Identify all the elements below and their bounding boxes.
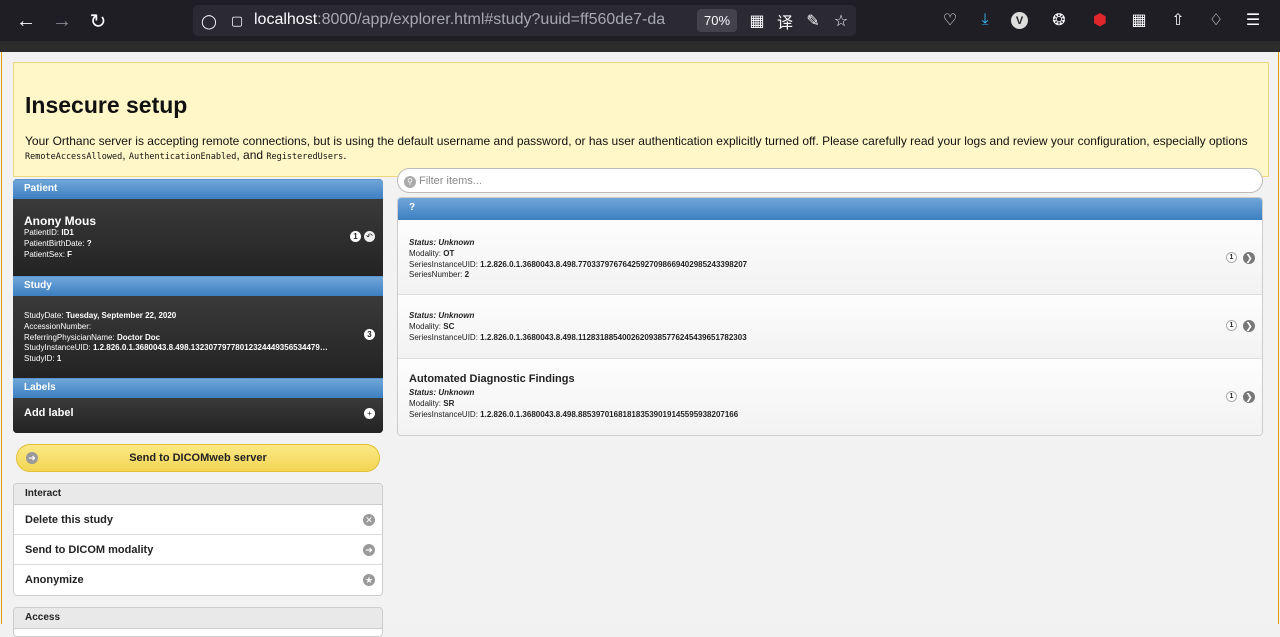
address-bar[interactable]: ◯ ▢ localhost:8000/app/explorer.html#stu… — [193, 5, 856, 36]
send-dicom-modality-button[interactable]: Send to DICOM modality ➜ — [14, 535, 382, 565]
series-item[interactable]: Status: Unknown Modality: SC SeriesInsta… — [398, 295, 1262, 359]
menu-icon[interactable]: ☰ — [1243, 10, 1263, 30]
add-label-text: Add label — [24, 407, 74, 419]
anonymize-button[interactable]: Anonymize ★ — [14, 565, 382, 595]
edit-icon[interactable]: ✎ — [803, 11, 823, 31]
filter-input[interactable] — [419, 173, 1239, 189]
search-icon: ⚲ — [404, 176, 416, 188]
insecure-setup-warning: Insecure setup Your Orthanc server is ac… — [13, 62, 1269, 177]
access-list: Access — [13, 607, 383, 637]
shield-icon[interactable]: ◯ — [199, 11, 219, 31]
study-info: StudyDate: Tuesday, September 22, 2020 A… — [13, 296, 383, 378]
series-list: ? Status: Unknown Modality: OT SeriesIns… — [397, 197, 1263, 436]
extension-v-icon[interactable]: V — [1011, 12, 1028, 29]
page-icon[interactable]: ▢ — [227, 11, 247, 31]
download-icon[interactable]: ⤓ — [975, 10, 995, 30]
zoom-level[interactable]: 70% — [697, 9, 737, 32]
extension-icon[interactable]: ❂ — [1049, 10, 1069, 30]
instance-count-badge: 1 — [1226, 320, 1237, 331]
warning-text: Your Orthanc server is accepting remote … — [25, 134, 1248, 162]
access-header: Access — [14, 608, 382, 629]
filter-box: ⚲ — [397, 168, 1263, 193]
series-count-badge: 3 — [364, 329, 375, 340]
interact-list: Interact Delete this study ✕ Send to DIC… — [13, 483, 383, 596]
back-arrow-icon[interactable]: ↶ — [364, 231, 375, 242]
patient-name: Anony Mous — [24, 214, 96, 228]
ublock-icon[interactable]: ⬢ — [1090, 10, 1110, 30]
plus-icon[interactable]: + — [364, 408, 375, 419]
warning-title: Insecure setup — [25, 92, 188, 118]
qr-code-icon[interactable]: ▦ — [747, 11, 767, 31]
series-item[interactable]: Status: Unknown Modality: OT SeriesInsta… — [398, 220, 1262, 295]
instance-count-badge: 1 — [1226, 391, 1237, 402]
send-dicomweb-button[interactable]: ➜ Send to DICOMweb server — [16, 444, 380, 472]
interact-header: Interact — [14, 484, 382, 505]
study-details-panel: Patient Anony Mous PatientID: ID1 Patien… — [13, 179, 383, 433]
share-icon[interactable]: ⇧ — [1168, 10, 1188, 30]
patient-count-badge: 1 — [350, 231, 361, 242]
delete-study-button[interactable]: Delete this study ✕ — [14, 505, 382, 535]
url-text[interactable]: localhost:8000/app/explorer.html#study?u… — [254, 11, 684, 29]
back-icon[interactable]: ← — [13, 8, 39, 34]
pocket-icon[interactable]: ♡ — [940, 10, 960, 30]
instance-count-badge: 1 — [1226, 252, 1237, 263]
arrow-icon: ➜ — [26, 452, 38, 464]
star-icon: ★ — [363, 574, 375, 586]
series-list-header: ? — [398, 198, 1262, 220]
add-label-row[interactable]: Add label + — [13, 398, 383, 433]
forward-icon[interactable]: → — [49, 8, 75, 34]
chevron-right-icon[interactable]: ❯ — [1243, 252, 1255, 264]
extensions-grid-icon[interactable]: ▦ — [1129, 10, 1149, 30]
study-header: Study — [13, 276, 383, 296]
reload-icon[interactable]: ↻ — [85, 8, 111, 34]
delete-icon: ✕ — [363, 514, 375, 526]
translate-icon[interactable]: 译 — [775, 11, 795, 32]
labels-header: Labels — [13, 378, 383, 398]
patient-header: Patient — [13, 179, 383, 199]
series-item[interactable]: Automated Diagnostic Findings Status: Un… — [398, 359, 1262, 435]
browser-toolbar: ← → ↻ ◯ ▢ localhost:8000/app/explorer.ht… — [0, 0, 1280, 41]
chevron-right-icon[interactable]: ❯ — [1243, 320, 1255, 332]
forward-circle-icon: ➜ — [363, 544, 375, 556]
bookmark-star-icon[interactable]: ☆ — [831, 11, 851, 31]
series-title: Automated Diagnostic Findings — [409, 373, 575, 385]
patient-info[interactable]: Anony Mous PatientID: ID1 PatientBirthDa… — [13, 199, 383, 276]
puzzle-icon[interactable]: ♢ — [1206, 10, 1226, 30]
chevron-right-icon[interactable]: ❯ — [1243, 391, 1255, 403]
app-top-strip — [0, 41, 1280, 52]
orthanc-explorer-page: Insecure setup Your Orthanc server is ac… — [1, 52, 1279, 637]
